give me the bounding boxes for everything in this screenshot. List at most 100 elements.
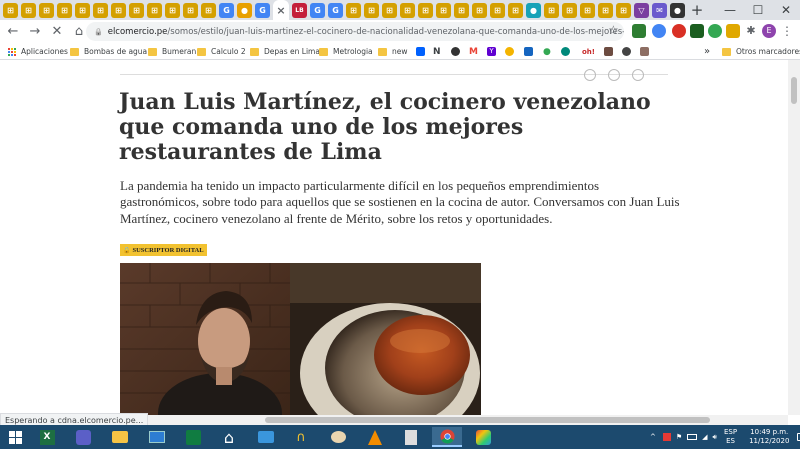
tab-favicon[interactable]: ⊞ [129, 2, 144, 18]
tab-favicon[interactable]: ⊞ [147, 2, 162, 18]
tab-favicon[interactable]: G [255, 2, 270, 18]
file-explorer-app[interactable] [109, 427, 131, 447]
tab-favicon[interactable]: ⊞ [183, 2, 198, 18]
share-icon[interactable] [584, 69, 596, 81]
clock[interactable]: 10:49 p.m. 11/12/2020 [749, 428, 789, 446]
tab-favicon[interactable]: ⊞ [418, 2, 433, 18]
bookmark-icon-only[interactable] [451, 45, 460, 58]
tab-favicon[interactable]: ⊞ [562, 2, 577, 18]
calendar-app[interactable] [182, 427, 204, 447]
tab-favicon[interactable]: ⊞ [201, 2, 216, 18]
share-icon[interactable] [632, 69, 644, 81]
desktop-app[interactable] [146, 427, 168, 447]
mail-app[interactable] [255, 427, 277, 447]
tab-favicon[interactable]: ⊞ [111, 2, 126, 18]
headphones-app[interactable]: ∩ [290, 427, 312, 447]
extension-icon[interactable] [672, 24, 686, 38]
bookmark-folder[interactable]: Bumeran [148, 45, 196, 58]
flag-icon[interactable]: ⚑ [676, 433, 682, 441]
share-icon[interactable] [656, 69, 668, 81]
bookmark-icon-only[interactable] [640, 45, 649, 58]
bookmark-folder[interactable]: Metrologia [319, 45, 373, 58]
tray-app-icon[interactable] [662, 433, 671, 441]
tab-favicon[interactable]: ⊞ [472, 2, 487, 18]
tab-favicon[interactable]: ⊞ [598, 2, 613, 18]
tab-favicon[interactable]: ⊞ [490, 2, 505, 18]
tab-favicon[interactable]: ⊞ [364, 2, 379, 18]
bookmark-other-folder[interactable]: Otros marcadores [722, 45, 800, 58]
tab-favicon[interactable]: ⊞ [400, 2, 415, 18]
extension-icon[interactable] [708, 24, 722, 38]
language-indicator[interactable]: ESP ES [724, 428, 737, 446]
tab-favicon[interactable]: ⊞ [616, 2, 631, 18]
back-button[interactable]: ← [2, 21, 24, 43]
tab-favicon[interactable]: G [328, 2, 343, 18]
chevron-up-icon[interactable]: ^ [650, 433, 656, 441]
tab-favicon[interactable]: ⊞ [508, 2, 523, 18]
bookmark-folder[interactable]: new [378, 45, 408, 58]
bookmark-icon-only[interactable]: N [433, 45, 441, 58]
stop-button[interactable]: ✕ [46, 21, 68, 43]
bookmark-icon-only[interactable]: Y [487, 45, 496, 58]
tab-favicon[interactable]: ⊞ [454, 2, 469, 18]
share-icon[interactable] [608, 69, 620, 81]
maximize-button[interactable]: ☐ [744, 0, 772, 20]
paint-app[interactable] [327, 427, 349, 447]
extension-icon[interactable] [726, 24, 740, 38]
chrome-app-active[interactable] [432, 427, 462, 447]
tab-favicon[interactable]: G [310, 2, 325, 18]
tab-favicon[interactable]: ● [670, 2, 685, 18]
tab-favicon[interactable]: ⊞ [39, 2, 54, 18]
tab-favicon[interactable]: LB [292, 2, 307, 18]
start-button[interactable] [4, 427, 26, 447]
tab-favicon[interactable]: ● [526, 2, 541, 18]
bookmark-icon-only[interactable] [505, 45, 514, 58]
puzzle-icon[interactable]: ✱ [744, 24, 758, 38]
forward-button[interactable]: → [24, 21, 46, 43]
active-tab-close-button[interactable]: × [273, 0, 289, 20]
tab-favicon[interactable]: ⊞ [165, 2, 180, 18]
vlc-app[interactable] [364, 427, 386, 447]
battery-icon[interactable] [687, 434, 698, 440]
bookmark-folder[interactable]: Depas en Lima [250, 45, 320, 58]
tab-favicon[interactable]: ● [237, 2, 252, 18]
close-window-button[interactable]: ✕ [772, 0, 800, 20]
excel-app[interactable]: X [36, 427, 58, 447]
tab-favicon[interactable]: ✉ [652, 2, 667, 18]
tab-favicon[interactable]: ⊞ [75, 2, 90, 18]
bookmark-icon-only[interactable]: M [469, 45, 478, 58]
menu-icon[interactable]: ⋮ [780, 24, 794, 38]
extension-icon[interactable] [652, 24, 666, 38]
teams-app[interactable] [72, 427, 94, 447]
tab-favicon[interactable]: ⊞ [57, 2, 72, 18]
tab-favicon[interactable]: ⊞ [93, 2, 108, 18]
address-bar[interactable]: 🔒 elcomercio.pe/somos/estilo/juan-luis-m… [86, 22, 624, 41]
bookmark-folder[interactable]: Bombas de agua [70, 45, 147, 58]
wifi-icon[interactable]: ◢ [702, 433, 707, 441]
profile-avatar[interactable]: E [762, 24, 776, 38]
home-app[interactable]: ⌂ [218, 427, 240, 447]
bookmarks-overflow-button[interactable]: » [704, 45, 710, 58]
bookmark-apps[interactable]: Aplicaciones [8, 45, 68, 58]
bookmark-icon-only[interactable]: ● [543, 45, 551, 58]
new-tab-button[interactable]: + [688, 1, 706, 19]
extension-icon[interactable] [632, 24, 646, 38]
scrollbar-thumb[interactable] [265, 417, 710, 423]
tab-favicon[interactable]: ⊞ [3, 2, 18, 18]
scrollbar-thumb[interactable] [791, 77, 797, 104]
calculator-app[interactable] [400, 427, 422, 447]
tab-favicon[interactable]: ⊞ [580, 2, 595, 18]
vertical-scrollbar[interactable] [788, 60, 800, 415]
minimize-button[interactable]: — [716, 0, 744, 20]
tab-favicon[interactable]: ⊞ [544, 2, 559, 18]
bookmark-icon-only[interactable]: oh! [582, 45, 595, 58]
bookmark-icon-only[interactable] [604, 45, 613, 58]
tab-favicon[interactable]: G [219, 2, 234, 18]
bookmark-icon-only[interactable] [416, 45, 425, 58]
bookmark-folder[interactable]: Calculo 2 [197, 45, 246, 58]
photos-app[interactable] [472, 427, 494, 447]
extension-icon[interactable] [690, 24, 704, 38]
tab-favicon[interactable]: ⊞ [382, 2, 397, 18]
bookmark-icon-only[interactable] [622, 45, 631, 58]
bookmark-star-icon[interactable]: ☆ [608, 23, 619, 37]
